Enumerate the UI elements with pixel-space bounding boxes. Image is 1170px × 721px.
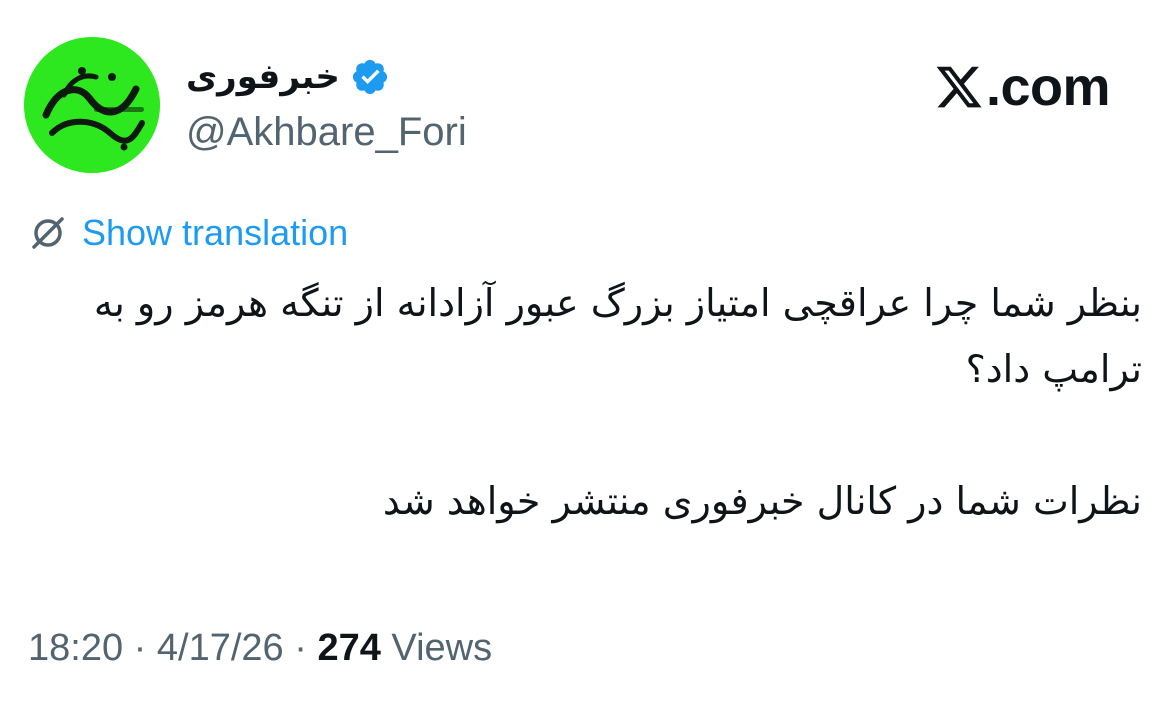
tweet-paragraph: بنظر شما چرا عراقچی امتیاز بزرگ عبور آزا… bbox=[93, 281, 1142, 391]
tweet-date[interactable]: 4/17/26 bbox=[157, 627, 284, 669]
show-translation-link[interactable]: Show translation bbox=[82, 215, 348, 251]
display-name[interactable]: خبرفوری bbox=[186, 60, 340, 94]
avatar-logo bbox=[24, 37, 160, 173]
x-logo-icon bbox=[934, 62, 984, 112]
x-com-brand: .com bbox=[934, 55, 1111, 119]
tweet-meta: 18:20 · 4/17/26 · 274 Views bbox=[28, 626, 492, 672]
views-label: Views bbox=[391, 627, 493, 669]
avatar[interactable] bbox=[24, 37, 160, 173]
meta-separator: · bbox=[133, 627, 147, 669]
user-handle[interactable]: @Akhbare_Fori bbox=[186, 108, 467, 156]
display-name-row: خبرفوری bbox=[186, 50, 390, 104]
show-translation[interactable]: Show translation bbox=[28, 208, 348, 258]
globe-slash-icon bbox=[28, 213, 68, 253]
tweet-paragraph: نظرات شما در کانال خبرفوری منتشر خواهد ش… bbox=[382, 479, 1142, 523]
tweet-time[interactable]: 18:20 bbox=[28, 627, 123, 669]
tweet-text: بنظر شما چرا عراقچی امتیاز بزرگ عبور آزا… bbox=[32, 270, 1142, 534]
meta-separator: · bbox=[294, 627, 307, 669]
views-count: 274 bbox=[317, 627, 381, 669]
verified-badge-icon bbox=[350, 57, 390, 97]
x-com-domain: .com bbox=[986, 57, 1111, 117]
